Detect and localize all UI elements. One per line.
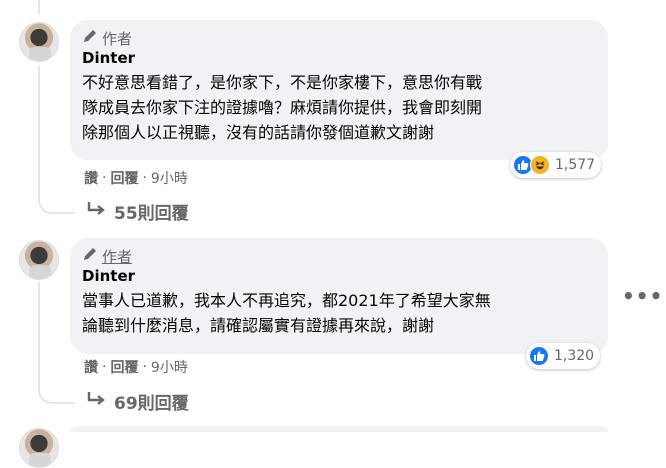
thread-line <box>38 66 40 192</box>
commenter-name[interactable]: Dinter <box>82 266 596 286</box>
replies-count-label[interactable]: 69則回覆 <box>114 389 189 414</box>
avatar[interactable] <box>19 428 59 468</box>
reply-arrow-icon <box>86 200 106 223</box>
separator-dot: · <box>102 359 107 375</box>
view-replies-button[interactable]: 55則回覆 <box>86 199 189 224</box>
separator-dot: · <box>142 170 147 186</box>
comment-actions: 讚 · 回覆 · 9小時 <box>84 357 188 377</box>
author-badge: 作者 <box>82 246 596 266</box>
like-button[interactable]: 讚 <box>84 357 98 377</box>
reaction-count: 1,320 <box>554 348 595 364</box>
comment-text: 不好意思看錯了，是你家下，不是你家樓下，意思你有戰 隊成員去你家下注的證據嚕？麻… <box>82 73 483 142</box>
comment-bubble: 作者 Dinter 不好意思看錯了，是你家下，不是你家樓下，意思你有戰 隊成員去… <box>70 20 608 160</box>
reaction-summary[interactable]: 1,577 <box>510 152 602 178</box>
commenter-name[interactable]: Dinter <box>82 48 596 68</box>
more-options-button[interactable]: ••• <box>622 284 663 308</box>
author-badge: 作者 <box>82 28 596 48</box>
separator-dot: · <box>142 359 147 375</box>
timestamp[interactable]: 9小時 <box>151 168 188 188</box>
avatar[interactable] <box>19 240 59 280</box>
comment-actions: 讚 · 回覆 · 9小時 <box>84 168 188 188</box>
thread-curve <box>38 192 74 214</box>
view-replies-button[interactable]: 69則回覆 <box>86 389 189 414</box>
like-button[interactable]: 讚 <box>84 168 98 188</box>
separator-dot: · <box>102 170 107 186</box>
comment-bubble: 作者 Dinter 當事人已道歉，我本人不再追究，都2021年了希望大家無 論聽… <box>70 238 608 354</box>
like-icon <box>529 346 549 366</box>
reply-button[interactable]: 回覆 <box>110 168 138 188</box>
thread-line <box>38 0 40 14</box>
thread-curve <box>38 380 74 404</box>
pencil-icon <box>82 246 98 266</box>
avatar[interactable] <box>19 22 59 62</box>
reaction-summary[interactable]: 1,320 <box>526 343 601 369</box>
replies-count-label[interactable]: 55則回覆 <box>114 199 189 224</box>
thread-line <box>38 282 40 380</box>
pencil-icon <box>82 28 98 48</box>
timestamp[interactable]: 9小時 <box>151 357 188 377</box>
haha-icon <box>530 155 550 175</box>
author-badge-label: 作者 <box>102 29 133 48</box>
comment-text: 當事人已道歉，我本人不再追究，都2021年了希望大家無 論聽到什麼消息，請確認屬… <box>82 291 491 335</box>
reply-button[interactable]: 回覆 <box>110 357 138 377</box>
reply-arrow-icon <box>86 390 106 413</box>
comment-bubble <box>70 426 608 432</box>
reaction-count: 1,577 <box>555 157 596 173</box>
author-badge-label: 作者 <box>102 247 133 266</box>
